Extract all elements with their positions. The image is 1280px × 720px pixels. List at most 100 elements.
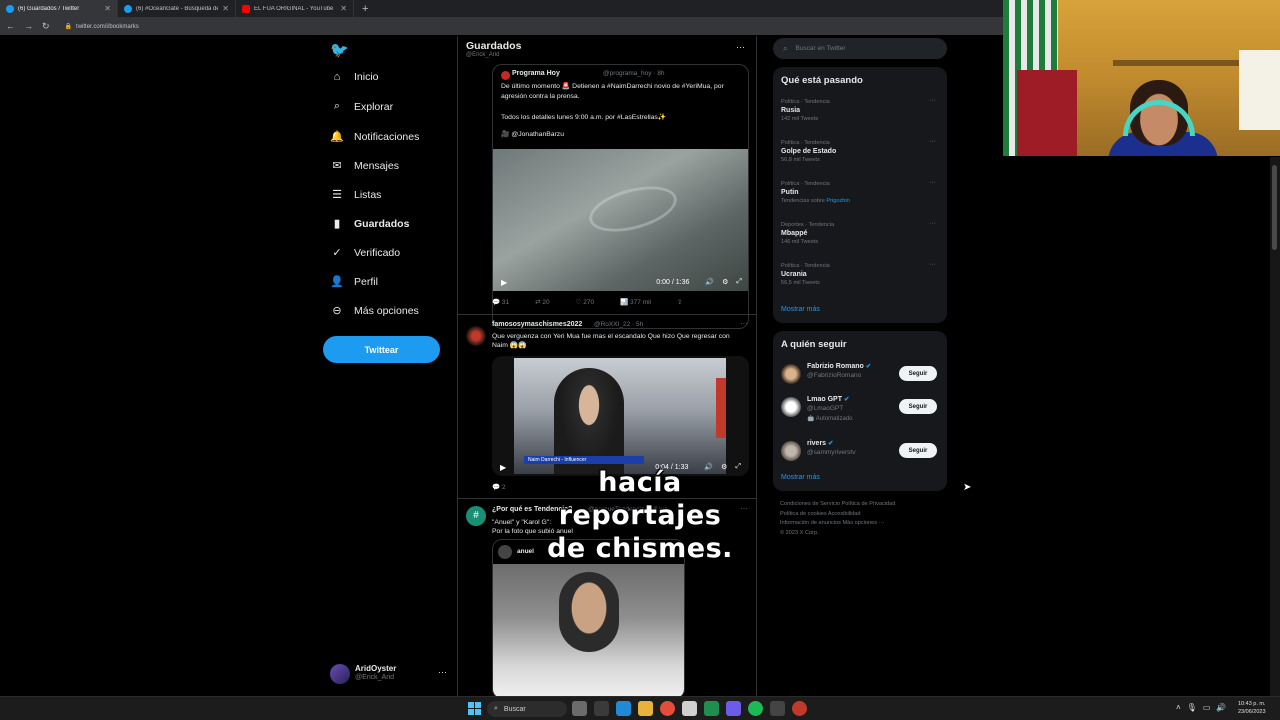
follow-suggestion[interactable]: rivers ✔ @sammyriverstv Seguir [781,439,941,469]
video-red-panel [716,378,726,438]
more-options-icon[interactable]: ··· [929,138,936,145]
windows-start-icon[interactable] [468,702,481,715]
browser-tab-bar: (6) Guardados / Twitter ✕ (6) #OceanGate… [0,0,1003,17]
nav-item-inicio[interactable]: ⌂ Inicio [330,71,379,83]
page-scrollbar[interactable] [1270,157,1280,696]
nav-item-mensajes[interactable]: ✉ Mensajes [330,159,399,173]
trend-item[interactable]: Política · Tendencia Putin Tendencias so… [781,179,941,204]
nav-item-perfil[interactable]: 👤 Perfil [330,275,378,289]
taskbar: ⌕ Buscar ˄ 🎙 ▭ 🔊 10:43 p. m. 23/06/2023 [0,696,1280,720]
follow-suggestion[interactable]: Fabrizio Romano ✔ @FabrizioRomano Seguir [781,362,941,392]
twitter-logo-icon[interactable]: 🐦 [330,41,349,59]
footer-line[interactable]: Condiciones de Servicio Política de Priv… [780,500,950,510]
network-icon[interactable]: ▭ [1203,703,1211,712]
footer-line[interactable]: Información de anuncios Más opciones ··· [780,519,950,529]
hashtag-avatar-icon[interactable]: # [466,506,486,526]
fullscreen-icon[interactable]: ⤢ [736,278,742,286]
more-icon[interactable]: ··· [438,667,447,677]
nav-item-verificado[interactable]: ✓ Verificado [330,246,400,260]
like-button[interactable]: ♡ 270 [576,298,595,306]
new-tab-button[interactable]: + [354,3,376,15]
trend-item[interactable]: Política · Tendencia Ucrania 56,5 mil Tw… [781,261,941,286]
taskbar-clock[interactable]: 10:43 p. m. 23/06/2023 [1238,700,1266,716]
chrome-icon[interactable] [660,701,675,716]
nav-item-notificaciones[interactable]: 🔔 Notificaciones [330,130,419,144]
chevron-up-icon[interactable]: ˄ [1176,703,1181,712]
edge-icon[interactable] [616,701,631,716]
tab-oceangate[interactable]: (6) #OceanGate - Búsqueda de Twitter ✕ [118,0,236,17]
tab-guardados[interactable]: (6) Guardados / Twitter ✕ [0,0,118,17]
back-icon[interactable]: ← [6,21,15,31]
views-button[interactable]: 📊 377 mil [620,298,651,306]
follow-button[interactable]: Seguir [899,366,937,381]
reload-icon[interactable]: ↻ [42,21,50,32]
video-player[interactable]: Naim Darrechi - Influencer ▶ 0:04 / 1:33… [492,356,749,476]
more-options-icon[interactable]: ··· [929,179,936,186]
gallery-app-icon[interactable] [572,701,587,716]
trend-count: 56,8 mil Tweets [781,157,820,163]
trends-title: Qué está pasando [781,75,863,86]
footer-line[interactable]: Política de cookies Accesibilidad [780,510,950,520]
follow-suggestion[interactable]: Lmao GPT ✔ @LmaoGPT 🤖 Automatizado Segui… [781,395,941,425]
avatar [498,545,512,559]
video-player[interactable]: ▶ 0:00 / 1:36 🔊 ⚙ ⤢ [493,149,748,291]
trend-item[interactable]: Política · Tendencia Golpe de Estado 56,… [781,138,941,163]
microphone-icon[interactable]: 🎙 [1187,703,1197,712]
reply-button[interactable]: 💬 31 [492,298,509,306]
more-options-icon[interactable]: ··· [929,220,936,227]
close-tab-icon[interactable]: ✕ [222,4,229,13]
close-tab-icon[interactable]: ✕ [340,4,347,13]
retweet-button[interactable]: ⇄ 20 [535,298,550,306]
volume-icon[interactable]: 🔊 [705,278,714,286]
more-options-icon[interactable]: ··· [929,261,936,268]
reply-button[interactable]: 💬 2 [492,483,506,491]
settings-icon[interactable]: ⚙ [722,278,728,286]
show-more-link[interactable]: Mostrar más [781,306,820,313]
avatar[interactable] [466,326,486,346]
forward-icon[interactable]: → [24,21,33,31]
play-icon[interactable]: ▶ [501,278,507,287]
account-switcher[interactable]: AridOyster @Erick_Arid ··· [330,661,450,687]
trend-item[interactable]: Política · Tendencia Rusia 142 mil Tweet… [781,97,941,122]
verified-badge-icon: ✔ [865,363,872,370]
tweet-author[interactable]: Programa Hoy [512,70,560,77]
nav-item-explorar[interactable]: ⌕ Explorar [330,100,393,113]
show-more-link[interactable]: Mostrar más [781,474,820,481]
follow-button[interactable]: Seguir [899,399,937,414]
nav-item-mas-opciones[interactable]: ⊖ Más opciones [330,304,418,318]
file-explorer-icon[interactable] [638,701,653,716]
scrollbar-thumb[interactable] [1272,165,1277,250]
tab-youtube[interactable]: EL FUA ORIGINAL - YouTube ✕ [236,0,354,17]
nav-label: Guardados [354,217,410,230]
more-options-icon[interactable]: ··· [740,319,748,328]
embedded-tweet-card[interactable]: Programa Hoy @programa_hoy · 8h De últim… [492,64,749,329]
trend-context: Política · Tendencia [781,140,830,146]
follow-button[interactable]: Seguir [899,443,937,458]
play-icon[interactable]: ▶ [500,463,506,472]
clock-date: 23/06/2023 [1238,709,1266,715]
photo-person [559,572,619,652]
url-field[interactable]: 🔒 twitter.com/i/bookmarks [65,23,139,30]
tweet-actions: 💬 31 ⇄ 20 ♡ 270 📊 377 mil ⇪ [492,298,682,306]
trend-link[interactable]: Prigozhin [826,198,849,204]
tweet-button[interactable]: Twittear [323,336,440,363]
taskbar-search[interactable]: ⌕ Buscar [487,701,567,717]
more-options-icon[interactable]: ··· [736,42,745,52]
caption-line: hacía reportajes [558,467,722,531]
task-view-icon[interactable] [594,701,609,716]
nav-item-listas[interactable]: ☰ Listas [330,188,381,202]
trend-item[interactable]: Deportes · Tendencia Mbappé 146 mil Twee… [781,220,941,245]
volume-icon[interactable]: 🔊 [1216,703,1226,712]
recording-app-icon[interactable] [792,701,807,716]
close-tab-icon[interactable]: ✕ [104,4,111,13]
more-options-icon[interactable]: ··· [929,97,936,104]
excel-icon[interactable] [704,701,719,716]
discord-icon[interactable] [726,701,741,716]
search-input[interactable]: ⌕ Buscar en Twitter [773,38,947,59]
tweet-author[interactable]: famososymaschismes2022 [492,321,582,328]
share-icon[interactable]: ⇪ [677,298,682,306]
store-icon[interactable] [682,701,697,716]
nav-item-guardados[interactable]: ▮ Guardados [330,217,410,231]
obs-icon[interactable] [770,701,785,716]
spotify-icon[interactable] [748,701,763,716]
